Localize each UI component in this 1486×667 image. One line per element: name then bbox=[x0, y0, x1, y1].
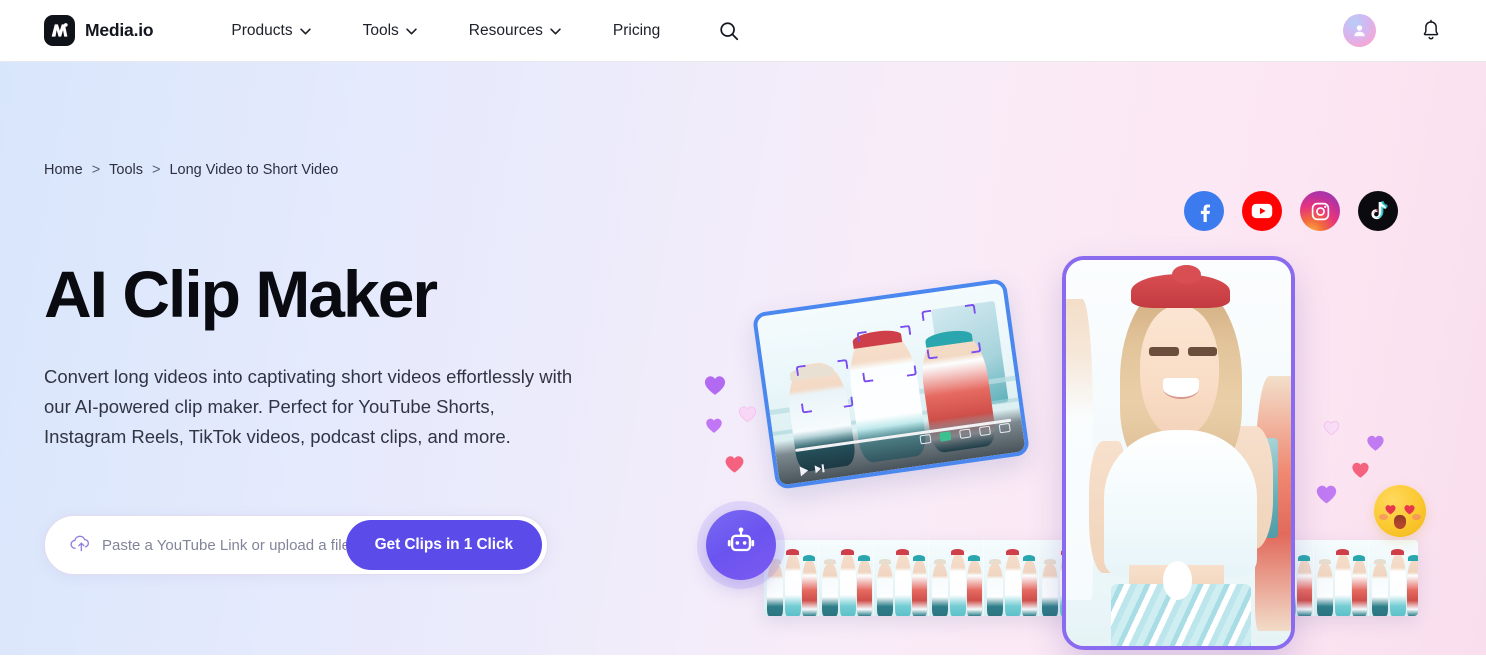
filmstrip-frame bbox=[984, 540, 1039, 616]
chevron-down-icon bbox=[299, 22, 311, 40]
nav-item-resources[interactable]: Resources bbox=[443, 22, 587, 40]
breadcrumb-item-home[interactable]: Home bbox=[44, 162, 83, 178]
get-clips-button[interactable]: Get Clips in 1 Click bbox=[345, 520, 542, 570]
face-detection-box bbox=[920, 303, 982, 360]
upload-input-wrap bbox=[45, 516, 346, 574]
emoji-cheek bbox=[1412, 514, 1422, 521]
filmstrip-frame bbox=[1369, 540, 1418, 616]
video-preview-card[interactable] bbox=[751, 278, 1031, 490]
notification-bell-icon[interactable] bbox=[1420, 19, 1442, 42]
heart-icon bbox=[723, 452, 746, 474]
miniplayer-icon[interactable] bbox=[958, 428, 971, 439]
robot-icon bbox=[724, 526, 758, 565]
user-avatar-icon[interactable] bbox=[1343, 14, 1376, 47]
play-icon[interactable] bbox=[799, 465, 810, 477]
emoji-cheek bbox=[1378, 514, 1388, 521]
nav-right-actions bbox=[1343, 14, 1442, 47]
nav-item-products[interactable]: Products bbox=[205, 22, 336, 40]
upload-bar: Get Clips in 1 Click bbox=[44, 515, 548, 575]
instagram-icon[interactable] bbox=[1300, 191, 1340, 231]
heart-icon bbox=[1314, 481, 1339, 505]
youtube-icon[interactable] bbox=[1242, 191, 1282, 231]
filmstrip-frame bbox=[929, 540, 984, 616]
top-navigation-bar: Media.io Products Tools Resources Pricin… bbox=[0, 0, 1486, 62]
fullscreen-icon[interactable] bbox=[998, 422, 1011, 434]
hero-section: Home > Tools > Long Video to Short Video… bbox=[0, 62, 1486, 655]
nav-item-label: Tools bbox=[362, 21, 399, 39]
heart-icon bbox=[1322, 418, 1341, 436]
breadcrumb-separator: > bbox=[152, 162, 161, 178]
nav-item-label: Resources bbox=[468, 21, 543, 39]
social-icons-row bbox=[1184, 191, 1398, 231]
heart-icon bbox=[737, 403, 758, 423]
face-detection-box bbox=[856, 324, 918, 383]
emoji-heart-eye-icon bbox=[1384, 502, 1397, 515]
heart-eyes-emoji bbox=[1374, 485, 1426, 537]
video-playback-controls bbox=[799, 463, 825, 477]
nav-item-tools[interactable]: Tools bbox=[337, 22, 443, 40]
quality-icon[interactable] bbox=[938, 431, 952, 442]
breadcrumb-item-current: Long Video to Short Video bbox=[169, 162, 339, 178]
page-title: AI Clip Maker bbox=[44, 257, 438, 331]
brand-name-label: Media.io bbox=[85, 20, 154, 40]
filmstrip-frame bbox=[1314, 540, 1369, 616]
heart-icon bbox=[1365, 432, 1386, 452]
search-icon[interactable] bbox=[718, 20, 740, 42]
filmstrip-frame bbox=[819, 540, 874, 616]
tiktok-icon[interactable] bbox=[1358, 191, 1398, 231]
breadcrumb-separator: > bbox=[91, 162, 101, 178]
hero-description: Convert long videos into captivating sho… bbox=[44, 366, 573, 447]
page-root: Media.io Products Tools Resources Pricin… bbox=[0, 0, 1486, 667]
video-link-input[interactable] bbox=[102, 536, 346, 554]
heart-icon bbox=[702, 372, 728, 396]
facebook-icon[interactable] bbox=[1184, 191, 1224, 231]
heart-icon bbox=[704, 415, 724, 434]
nav-item-label: Products bbox=[231, 21, 293, 39]
page-bottom-strip bbox=[0, 655, 1486, 667]
filmstrip-frame bbox=[874, 540, 929, 616]
next-track-icon[interactable] bbox=[814, 464, 825, 474]
cloud-upload-icon[interactable] bbox=[69, 533, 91, 558]
ai-robot-badge[interactable] bbox=[706, 510, 776, 580]
breadcrumb-item-tools[interactable]: Tools bbox=[109, 162, 143, 178]
heart-icon bbox=[1350, 459, 1371, 479]
theater-mode-icon[interactable] bbox=[978, 425, 991, 437]
breadcrumb: Home > Tools > Long Video to Short Video bbox=[44, 162, 338, 178]
emoji-heart-eye-icon bbox=[1403, 502, 1416, 515]
chevron-down-icon bbox=[550, 22, 561, 40]
nav-links: Products Tools Resources Pricing bbox=[205, 20, 740, 42]
nav-item-pricing[interactable]: Pricing bbox=[587, 22, 686, 40]
media-io-logo-icon bbox=[44, 15, 75, 46]
nav-item-label: Pricing bbox=[612, 21, 661, 39]
subtitles-icon[interactable] bbox=[919, 434, 932, 445]
face-detection-box bbox=[795, 359, 855, 414]
emoji-mouth bbox=[1393, 515, 1407, 529]
brand-logo[interactable]: Media.io bbox=[44, 15, 154, 46]
short-video-preview-card[interactable] bbox=[1062, 256, 1295, 650]
chevron-down-icon bbox=[406, 22, 417, 40]
